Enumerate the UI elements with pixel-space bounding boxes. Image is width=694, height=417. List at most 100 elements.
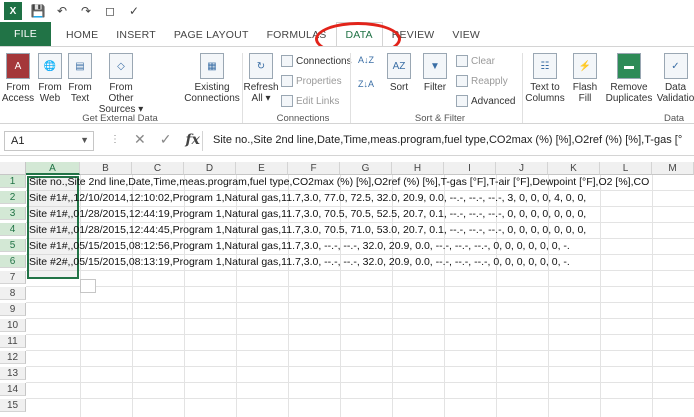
column-header[interactable]: G [340,162,392,175]
row-header[interactable]: 5 [0,239,26,252]
grid-line [652,175,653,417]
refresh-all-button[interactable]: ↻ Refresh All ▾ [244,53,279,104]
grid-line [26,398,694,399]
column-header[interactable]: A [26,162,80,175]
sort-button[interactable]: AZ Sort [384,53,414,93]
edit-links-button[interactable]: Edit Links [281,95,339,107]
from-text-button[interactable]: ▤ From Text [66,53,94,104]
formula-input[interactable]: Site no.,Site 2nd line,Date,Time,meas.pr… [202,131,694,151]
refresh-icon: ↻ [249,53,273,79]
column-header[interactable]: E [236,162,288,175]
menu-dots-icon[interactable]: ⋮ [110,134,120,145]
ribbon-tabs: FILE HOME INSERT PAGE LAYOUT FORMULAS DA… [0,22,694,46]
clear-filter-icon [456,55,468,67]
text-to-columns-button[interactable]: ☷ Text to Columns [524,53,566,104]
grid-line [600,175,601,417]
undo-icon[interactable]: ↶ [54,3,70,19]
column-header[interactable]: L [600,162,652,175]
column-header[interactable]: H [392,162,444,175]
row-header[interactable]: 3 [0,207,26,220]
row-header[interactable]: 9 [0,303,26,316]
other-sources-icon: ◇ [109,53,133,79]
tab-formulas[interactable]: FORMULAS [258,24,336,46]
cell-row-text[interactable]: Site no.,Site 2nd line,Date,Time,meas.pr… [29,176,649,189]
clear-button[interactable]: Clear [456,55,495,67]
chevron-down-icon[interactable]: ▼ [80,135,89,145]
row-header[interactable]: 14 [0,383,26,396]
remove-duplicates-icon: ▬ [617,53,641,79]
column-header[interactable]: J [496,162,548,175]
properties-button[interactable]: Properties [281,75,342,87]
column-header[interactable]: D [184,162,236,175]
excel-app-icon[interactable]: X [4,2,22,20]
column-header[interactable]: M [652,162,694,175]
filter-button[interactable]: ▼ Filter [420,53,450,93]
row-header[interactable]: 13 [0,367,26,380]
tab-home[interactable]: HOME [57,24,107,46]
name-box[interactable]: A1 ▼ [4,131,94,151]
row-header[interactable]: 10 [0,319,26,332]
data-validation-button[interactable]: ✓ Data Validatio [657,53,694,104]
row-header[interactable]: 7 [0,271,26,284]
group-divider [350,53,351,123]
quick-access-toolbar: 💾 ↶ ↷ ◻ ✓ [30,3,142,19]
tab-data[interactable]: DATA [335,22,383,46]
from-other-sources-button[interactable]: ◇ From Other Sources ▾ [96,53,146,115]
row-header[interactable]: 2 [0,191,26,204]
row-header[interactable]: 11 [0,335,26,348]
worksheet-grid[interactable]: A B C D E F G H I J K L M 1 2 3 4 5 6 7 … [0,162,694,417]
flash-fill-icon: ⚡ [573,53,597,79]
cell-row-text[interactable]: Site #1#,,05/15/2015,08:12:56,Program 1,… [29,240,570,253]
flash-fill-button[interactable]: ⚡ Flash Fill [570,53,600,104]
cell-row-text[interactable]: Site #2#,,05/15/2015,08:13:19,Program 1,… [29,256,570,269]
tab-insert[interactable]: INSERT [107,24,165,46]
enter-icon[interactable]: ✓ [160,131,172,148]
existing-connections-button[interactable]: ▦ Existing Connections [184,53,240,104]
sort-za-button[interactable]: Z↓A [358,79,374,89]
print-preview-icon[interactable]: ◻ [102,3,118,19]
column-header[interactable]: C [132,162,184,175]
quick-analysis-icon[interactable] [80,279,96,293]
redo-icon[interactable]: ↷ [78,3,94,19]
row-header[interactable]: 1 [0,175,26,188]
grid-line [26,190,694,191]
advanced-button[interactable]: Advanced [456,95,515,107]
grid-line [26,206,694,207]
group-label-get-external-data: Get External Data [82,113,158,124]
row-header[interactable]: 15 [0,399,26,412]
tab-page-layout[interactable]: PAGE LAYOUT [165,24,258,46]
spelling-icon[interactable]: ✓ [126,3,142,19]
row-header[interactable]: 8 [0,287,26,300]
reapply-button[interactable]: Reapply [456,75,508,87]
tab-review[interactable]: REVIEW [383,24,444,46]
column-header[interactable]: I [444,162,496,175]
cell-row-text[interactable]: Site #1#,,12/10/2014,12:10:02,Program 1,… [29,192,586,205]
group-label-data-tools: Data [664,113,685,124]
insert-function-icon[interactable]: fx [185,132,199,148]
row-header[interactable]: 12 [0,351,26,364]
from-web-button[interactable]: 🌐 From Web [36,53,64,104]
cell-row-text[interactable]: Site #1#,,01/28/2015,12:44:19,Program 1,… [29,208,586,221]
select-all-corner[interactable] [0,162,26,175]
column-header[interactable]: B [80,162,132,175]
tab-view[interactable]: VIEW [443,24,489,46]
grid-line [26,270,694,271]
text-to-columns-icon: ☷ [533,53,557,79]
grid-line [26,254,694,255]
column-header[interactable]: F [288,162,340,175]
connections-button[interactable]: Connections [281,55,352,67]
save-icon[interactable]: 💾 [30,3,46,19]
connections-icon [281,55,293,67]
column-header[interactable]: K [548,162,600,175]
tab-file[interactable]: FILE [0,22,51,46]
from-access-button[interactable]: A From Access [2,53,34,104]
cell-row-text[interactable]: Site #1#,,01/28/2015,12:44:45,Program 1,… [29,224,586,237]
remove-duplicates-button[interactable]: ▬ Remove Duplicates [602,53,656,104]
grid-line [26,350,694,351]
sort-az-button[interactable]: A↓Z [358,55,374,65]
grid-line [26,366,694,367]
reapply-icon [456,75,468,87]
row-header[interactable]: 6 [0,255,26,268]
row-header[interactable]: 4 [0,223,26,236]
cancel-icon[interactable]: ✕ [134,131,146,148]
